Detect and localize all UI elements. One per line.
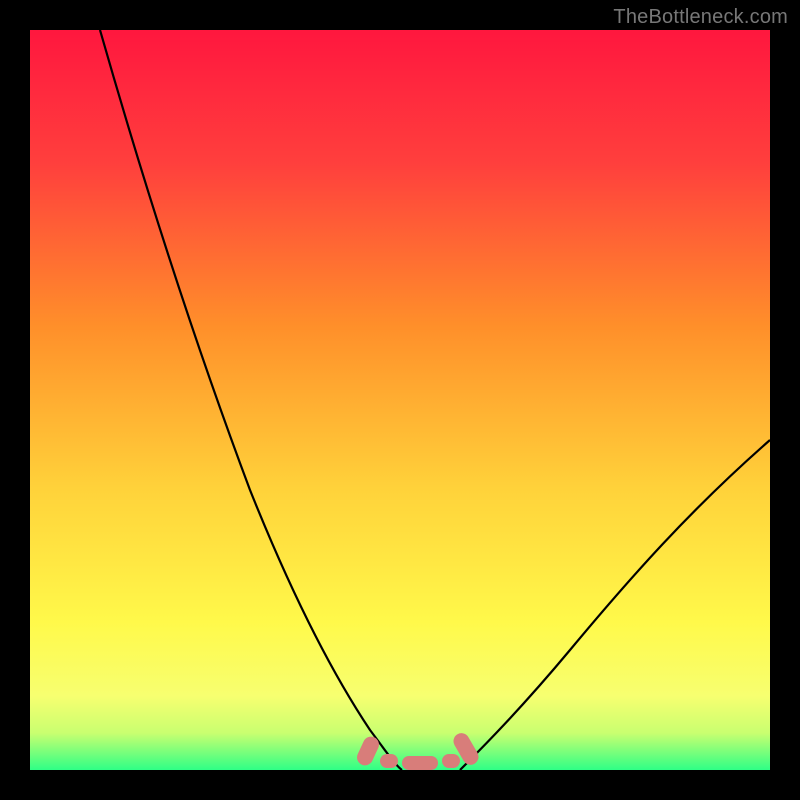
plot-area: [30, 30, 770, 770]
watermark-text: TheBottleneck.com: [613, 6, 788, 29]
chart-frame: TheBottleneck.com: [0, 0, 800, 800]
curve-right-branch: [460, 440, 770, 770]
bottleneck-curve: [30, 30, 770, 770]
curve-left-branch: [100, 30, 402, 770]
